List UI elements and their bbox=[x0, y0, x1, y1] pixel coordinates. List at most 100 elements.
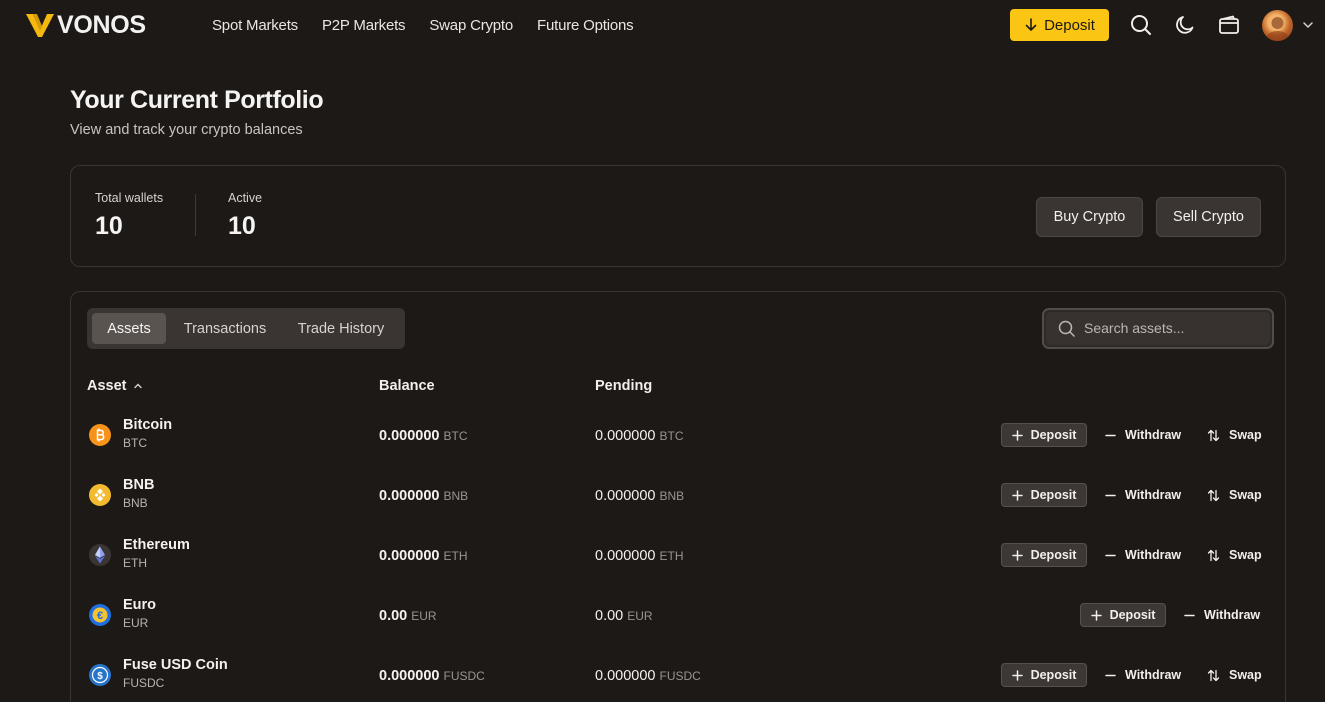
header-deposit-label: Deposit bbox=[1044, 16, 1095, 34]
search-icon bbox=[1058, 320, 1075, 337]
row-swap-label: Swap bbox=[1229, 488, 1262, 502]
minus-icon bbox=[1184, 614, 1195, 616]
balance-cell: 0.00 EUR bbox=[379, 607, 437, 625]
row-withdraw-button[interactable]: Withdraw bbox=[1184, 603, 1260, 627]
search-input[interactable] bbox=[1084, 317, 1264, 339]
balance-cell: 0.000000 ETH bbox=[379, 547, 467, 565]
row-swap-button[interactable]: Swap bbox=[1207, 423, 1262, 447]
swap-arrows-icon bbox=[1207, 549, 1220, 561]
wallet-icon[interactable] bbox=[1217, 13, 1241, 37]
balance-value: 0.000000 bbox=[379, 548, 440, 564]
pending-value: 0.000000 bbox=[595, 668, 656, 684]
moon-icon[interactable] bbox=[1173, 13, 1197, 37]
page-subtitle: View and track your crypto balances bbox=[70, 122, 303, 138]
bnb-icon bbox=[88, 483, 112, 507]
plus-icon bbox=[1011, 669, 1023, 681]
avatar[interactable] bbox=[1262, 10, 1293, 41]
wallet-stats-card: Total wallets 10 Active 10 Buy Crypto Se… bbox=[70, 165, 1286, 267]
row-deposit-label: Deposit bbox=[1030, 548, 1077, 562]
asset-symbol: ETH bbox=[123, 556, 147, 570]
sell-crypto-button[interactable]: Sell Crypto bbox=[1156, 197, 1261, 237]
table-row: € Euro EUR 0.00 EUR 0.00 EUR Deposit Withd… bbox=[71, 588, 1287, 648]
balance-value: 0.000000 bbox=[379, 668, 440, 684]
row-withdraw-label: Withdraw bbox=[1125, 548, 1182, 562]
balance-unit: EUR bbox=[411, 609, 437, 623]
asset-name: BNB bbox=[123, 477, 155, 493]
balance-cell: 0.000000 BTC bbox=[379, 427, 467, 445]
tab-trade-history[interactable]: Trade History bbox=[285, 313, 397, 344]
pending-cell: 0.000000 ETH bbox=[595, 547, 683, 565]
sort-ascending-icon bbox=[133, 383, 142, 389]
brand-logo[interactable]: VONOS bbox=[26, 12, 146, 38]
assets-card: Assets Transactions Trade History Asset … bbox=[70, 291, 1286, 702]
balance-cell: 0.000000 FUSDC bbox=[379, 667, 485, 685]
tab-bar: Assets Transactions Trade History bbox=[87, 308, 405, 349]
nav-future-options[interactable]: Future Options bbox=[537, 16, 634, 36]
pending-unit: FUSDC bbox=[659, 669, 701, 683]
balance-unit: BTC bbox=[443, 429, 468, 443]
asset-name: Fuse USD Coin bbox=[123, 657, 228, 673]
bitcoin-icon bbox=[88, 423, 112, 447]
row-withdraw-label: Withdraw bbox=[1125, 668, 1182, 682]
asset-symbol: EUR bbox=[123, 616, 149, 630]
active-label: Active bbox=[228, 191, 263, 205]
stat-divider bbox=[195, 194, 196, 236]
row-withdraw-button[interactable]: Withdraw bbox=[1105, 543, 1181, 567]
nav-spot-markets[interactable]: Spot Markets bbox=[212, 16, 298, 36]
header-deposit-button[interactable]: Deposit bbox=[1010, 9, 1109, 41]
swap-arrows-icon bbox=[1207, 489, 1220, 501]
row-deposit-button[interactable]: Deposit bbox=[1001, 423, 1087, 447]
row-withdraw-label: Withdraw bbox=[1125, 428, 1182, 442]
pending-cell: 0.000000 BTC bbox=[595, 427, 683, 445]
balance-cell: 0.000000 BNB bbox=[379, 487, 468, 505]
asset-symbol: BTC bbox=[123, 436, 147, 450]
row-withdraw-button[interactable]: Withdraw bbox=[1105, 663, 1181, 687]
active-value: 10 bbox=[228, 212, 256, 240]
row-deposit-label: Deposit bbox=[1030, 668, 1077, 682]
row-swap-button[interactable]: Swap bbox=[1207, 543, 1262, 567]
row-deposit-button[interactable]: Deposit bbox=[1001, 663, 1087, 687]
row-swap-button[interactable]: Swap bbox=[1207, 663, 1262, 687]
tab-assets[interactable]: Assets bbox=[92, 313, 166, 344]
table-row: Ethereum ETH 0.000000 ETH 0.000000 ETH Dep… bbox=[71, 528, 1287, 588]
euro-icon: € bbox=[88, 603, 112, 627]
pending-cell: 0.00 EUR bbox=[595, 607, 653, 625]
swap-arrows-icon bbox=[1207, 429, 1220, 441]
row-withdraw-button[interactable]: Withdraw bbox=[1105, 483, 1181, 507]
vonos-logo-icon bbox=[26, 14, 54, 37]
minus-icon bbox=[1105, 554, 1116, 556]
nav-p2p-markets[interactable]: P2P Markets bbox=[322, 16, 406, 36]
row-deposit-button[interactable]: Deposit bbox=[1001, 543, 1087, 567]
row-deposit-button[interactable]: Deposit bbox=[1001, 483, 1087, 507]
row-swap-label: Swap bbox=[1229, 548, 1262, 562]
row-withdraw-label: Withdraw bbox=[1125, 488, 1182, 502]
tab-transactions[interactable]: Transactions bbox=[173, 313, 277, 344]
table-row: BNB BNB 0.000000 BNB 0.000000 BNB Deposit … bbox=[71, 468, 1287, 528]
row-swap-button[interactable]: Swap bbox=[1207, 483, 1262, 507]
pending-value: 0.000000 bbox=[595, 428, 656, 444]
balance-unit: BNB bbox=[443, 489, 469, 503]
row-deposit-label: Deposit bbox=[1030, 488, 1077, 502]
minus-icon bbox=[1105, 434, 1116, 436]
row-deposit-button[interactable]: Deposit bbox=[1080, 603, 1166, 627]
search-icon[interactable] bbox=[1129, 13, 1153, 37]
row-swap-label: Swap bbox=[1229, 428, 1262, 442]
pending-unit: BTC bbox=[659, 429, 684, 443]
svg-text:$: $ bbox=[97, 671, 103, 682]
plus-icon bbox=[1011, 549, 1023, 561]
column-header-asset[interactable]: Asset bbox=[87, 378, 143, 394]
chevron-down-icon[interactable] bbox=[1302, 19, 1314, 31]
table-row: $ Fuse USD Coin FUSDC 0.000000 FUSDC 0.00… bbox=[71, 648, 1287, 702]
table-row: Bitcoin BTC 0.000000 BTC 0.000000 BTC Depo… bbox=[71, 408, 1287, 468]
buy-crypto-button[interactable]: Buy Crypto bbox=[1036, 197, 1143, 237]
row-withdraw-label: Withdraw bbox=[1204, 608, 1261, 622]
nav-swap-crypto[interactable]: Swap Crypto bbox=[429, 16, 513, 36]
total-wallets-value: 10 bbox=[95, 212, 123, 240]
balance-value: 0.000000 bbox=[379, 488, 440, 504]
row-deposit-label: Deposit bbox=[1030, 428, 1077, 442]
svg-text:€: € bbox=[97, 610, 103, 622]
page-title: Your Current Portfolio bbox=[70, 86, 324, 114]
row-withdraw-button[interactable]: Withdraw bbox=[1105, 423, 1181, 447]
balance-unit: ETH bbox=[443, 549, 468, 563]
asset-symbol: FUSDC bbox=[123, 676, 165, 690]
